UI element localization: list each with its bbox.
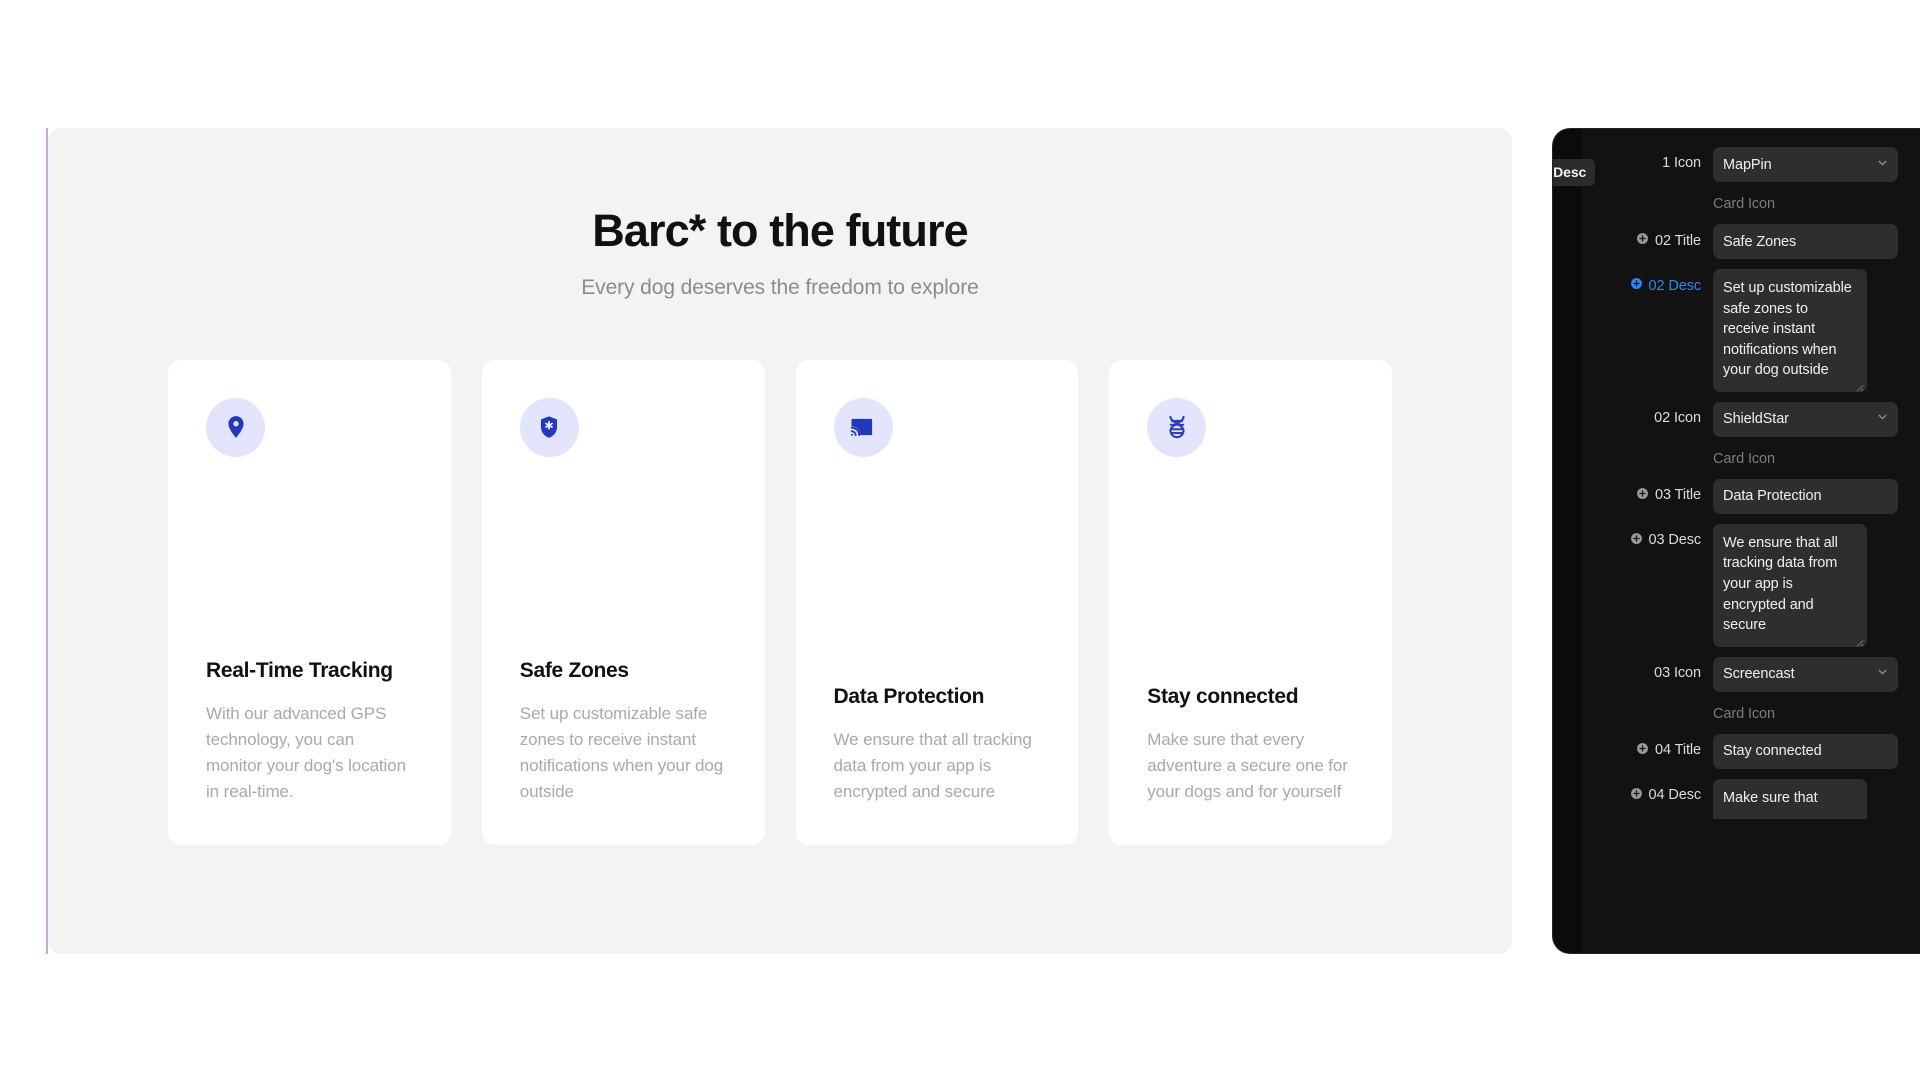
field-label-text: 02 Desc	[1648, 277, 1702, 294]
properties-panel: 1 Icon MapPin Card Icon 02 Title Safe Zo…	[1552, 128, 1920, 954]
field-control: Data Protection	[1713, 478, 1898, 514]
feature-card-grid: Real-Time Tracking With our advanced GPS…	[48, 359, 1512, 845]
feature-card-title: Stay connected	[1147, 684, 1299, 708]
field-helper-text: Card Icon	[1713, 705, 1775, 722]
field-label: 03 Title	[1591, 479, 1713, 504]
feature-card-title: Safe Zones	[519, 659, 629, 682]
plus-circle-icon[interactable]	[1636, 232, 1649, 249]
resize-handle-icon[interactable]	[1852, 378, 1864, 392]
page-subtitle: Every dog deserves the freedom to explor…	[581, 275, 979, 299]
plus-circle-icon[interactable]	[1630, 787, 1643, 804]
feature-card-title: Real-Time Tracking	[206, 659, 393, 682]
helper-row-03-icon: Card Icon	[1591, 702, 1898, 724]
input-04-title[interactable]: Stay connected	[1713, 733, 1898, 769]
feature-card-body: Safe Zones Set up customizable safe zone…	[520, 658, 727, 805]
resize-handle-icon[interactable]	[1852, 633, 1864, 647]
textarea-value: We ensure that all tracking data from yo…	[1723, 534, 1838, 634]
hero-section: Barc* to the future Every dog deserves t…	[48, 128, 1512, 300]
select-value: Screencast	[1723, 666, 1795, 683]
feature-card[interactable]: Real-Time Tracking With our advanced GPS…	[168, 359, 451, 845]
field-control: Safe Zones	[1713, 224, 1898, 259]
feature-card-body: Real-Time Tracking With our advanced GPS…	[206, 658, 413, 805]
field-row-04-title: 04 Title Stay connected	[1591, 733, 1898, 769]
field-control: Screencast	[1713, 656, 1898, 692]
field-control: Stay connected	[1713, 733, 1898, 769]
feature-card-desc: Set up customizable safe zones to receiv…	[519, 704, 724, 801]
chevron-down-icon	[1876, 411, 1889, 428]
feature-card-desc: We ensure that all tracking data from yo…	[833, 730, 1032, 801]
field-label-text: 04 Title	[1655, 742, 1701, 759]
field-label-text: 02 Title	[1655, 232, 1701, 249]
textarea-02-desc[interactable]: Set up customizable safe zones to receiv…	[1713, 269, 1867, 392]
select-01-icon[interactable]: MapPin	[1713, 147, 1898, 182]
field-label-text: 03 Desc	[1648, 532, 1702, 549]
field-row-04-desc: 04 Desc Make sure that	[1591, 778, 1898, 820]
field-helper-text: Card Icon	[1713, 450, 1775, 467]
screencast-icon	[833, 397, 893, 457]
helper-row-02-icon: Card Icon	[1591, 447, 1898, 469]
input-02-title[interactable]: Safe Zones	[1713, 224, 1898, 259]
plus-circle-icon[interactable]	[1630, 277, 1643, 294]
plus-circle-icon[interactable]	[1636, 487, 1649, 504]
select-03-icon[interactable]: Screencast	[1713, 656, 1898, 692]
shield-star-icon	[519, 397, 579, 457]
textarea-04-desc[interactable]: Make sure that	[1713, 778, 1867, 820]
map-pin-icon	[206, 397, 265, 457]
field-row-03-desc: 03 Desc We ensure that all tracking data…	[1591, 523, 1898, 647]
selection-rail	[46, 128, 48, 954]
field-row-03-icon: 03 Icon Screencast	[1591, 656, 1898, 692]
field-control: We ensure that all tracking data from yo…	[1713, 523, 1898, 647]
drag-tooltip-badge: 02 Desc	[1553, 159, 1596, 186]
field-label: 02 Desc	[1591, 269, 1713, 294]
chevron-down-icon	[1876, 156, 1889, 173]
field-row-01-icon: 1 Icon MapPin	[1591, 147, 1898, 182]
field-control: Make sure that	[1713, 778, 1898, 820]
field-label: 1 Icon	[1662, 155, 1701, 171]
field-control: ShieldStar	[1713, 401, 1898, 437]
field-row-02-desc: 02 Desc Set up customizable safe zones t…	[1591, 269, 1898, 392]
field-label: 04 Title	[1591, 734, 1713, 759]
feature-card-title: Data Protection	[833, 684, 985, 708]
field-control: Set up customizable safe zones to receiv…	[1713, 269, 1898, 392]
plus-circle-icon[interactable]	[1630, 532, 1643, 549]
helper-row-01-icon: Card Icon	[1591, 192, 1898, 214]
input-03-title[interactable]: Data Protection	[1713, 478, 1898, 514]
chevron-down-icon	[1876, 666, 1889, 683]
field-label: 02 Title	[1591, 224, 1713, 249]
feature-card-desc: With our advanced GPS technology, you ca…	[206, 704, 406, 801]
plus-circle-icon[interactable]	[1636, 742, 1649, 759]
select-02-icon[interactable]: ShieldStar	[1713, 401, 1898, 437]
feature-card-body: Stay connected Make sure that every adve…	[1147, 684, 1354, 805]
textarea-value: Set up customizable safe zones to receiv…	[1723, 280, 1852, 379]
field-label-text: 03 Title	[1655, 487, 1701, 504]
select-value: MapPin	[1723, 156, 1772, 173]
field-helper-text: Card Icon	[1713, 196, 1775, 212]
field-label: 03 Icon	[1654, 664, 1701, 681]
page-title: Barc* to the future	[592, 205, 968, 256]
feature-card-desc: Make sure that every adventure a secure …	[1147, 730, 1348, 801]
field-row-03-title: 03 Title Data Protection	[1591, 478, 1898, 514]
textarea-03-desc[interactable]: We ensure that all tracking data from yo…	[1713, 523, 1867, 647]
properties-list: 1 Icon MapPin Card Icon 02 Title Safe Zo…	[1581, 129, 1920, 953]
app-root: Barc* to the future Every dog deserves t…	[0, 0, 1920, 1080]
field-label: 03 Desc	[1591, 524, 1713, 549]
feature-card[interactable]: Stay connected Make sure that every adve…	[1109, 359, 1392, 845]
dna-icon	[1147, 397, 1207, 457]
feature-card[interactable]: Safe Zones Set up customizable safe zone…	[481, 359, 765, 845]
feature-card-body: Data Protection We ensure that all track…	[834, 684, 1041, 805]
field-control: MapPin	[1713, 147, 1898, 182]
field-label-text: 04 Desc	[1648, 787, 1702, 804]
field-row-02-icon: 02 Icon ShieldStar	[1591, 401, 1898, 437]
preview-surface: Barc* to the future Every dog deserves t…	[48, 128, 1512, 954]
field-row-02-title: 02 Title Safe Zones	[1591, 224, 1898, 259]
preview-canvas: Barc* to the future Every dog deserves t…	[46, 128, 1512, 954]
field-label: 04 Desc	[1591, 779, 1713, 804]
select-value: ShieldStar	[1723, 411, 1789, 428]
feature-card[interactable]: Data Protection We ensure that all track…	[795, 359, 1079, 845]
field-label: 02 Icon	[1654, 409, 1701, 426]
